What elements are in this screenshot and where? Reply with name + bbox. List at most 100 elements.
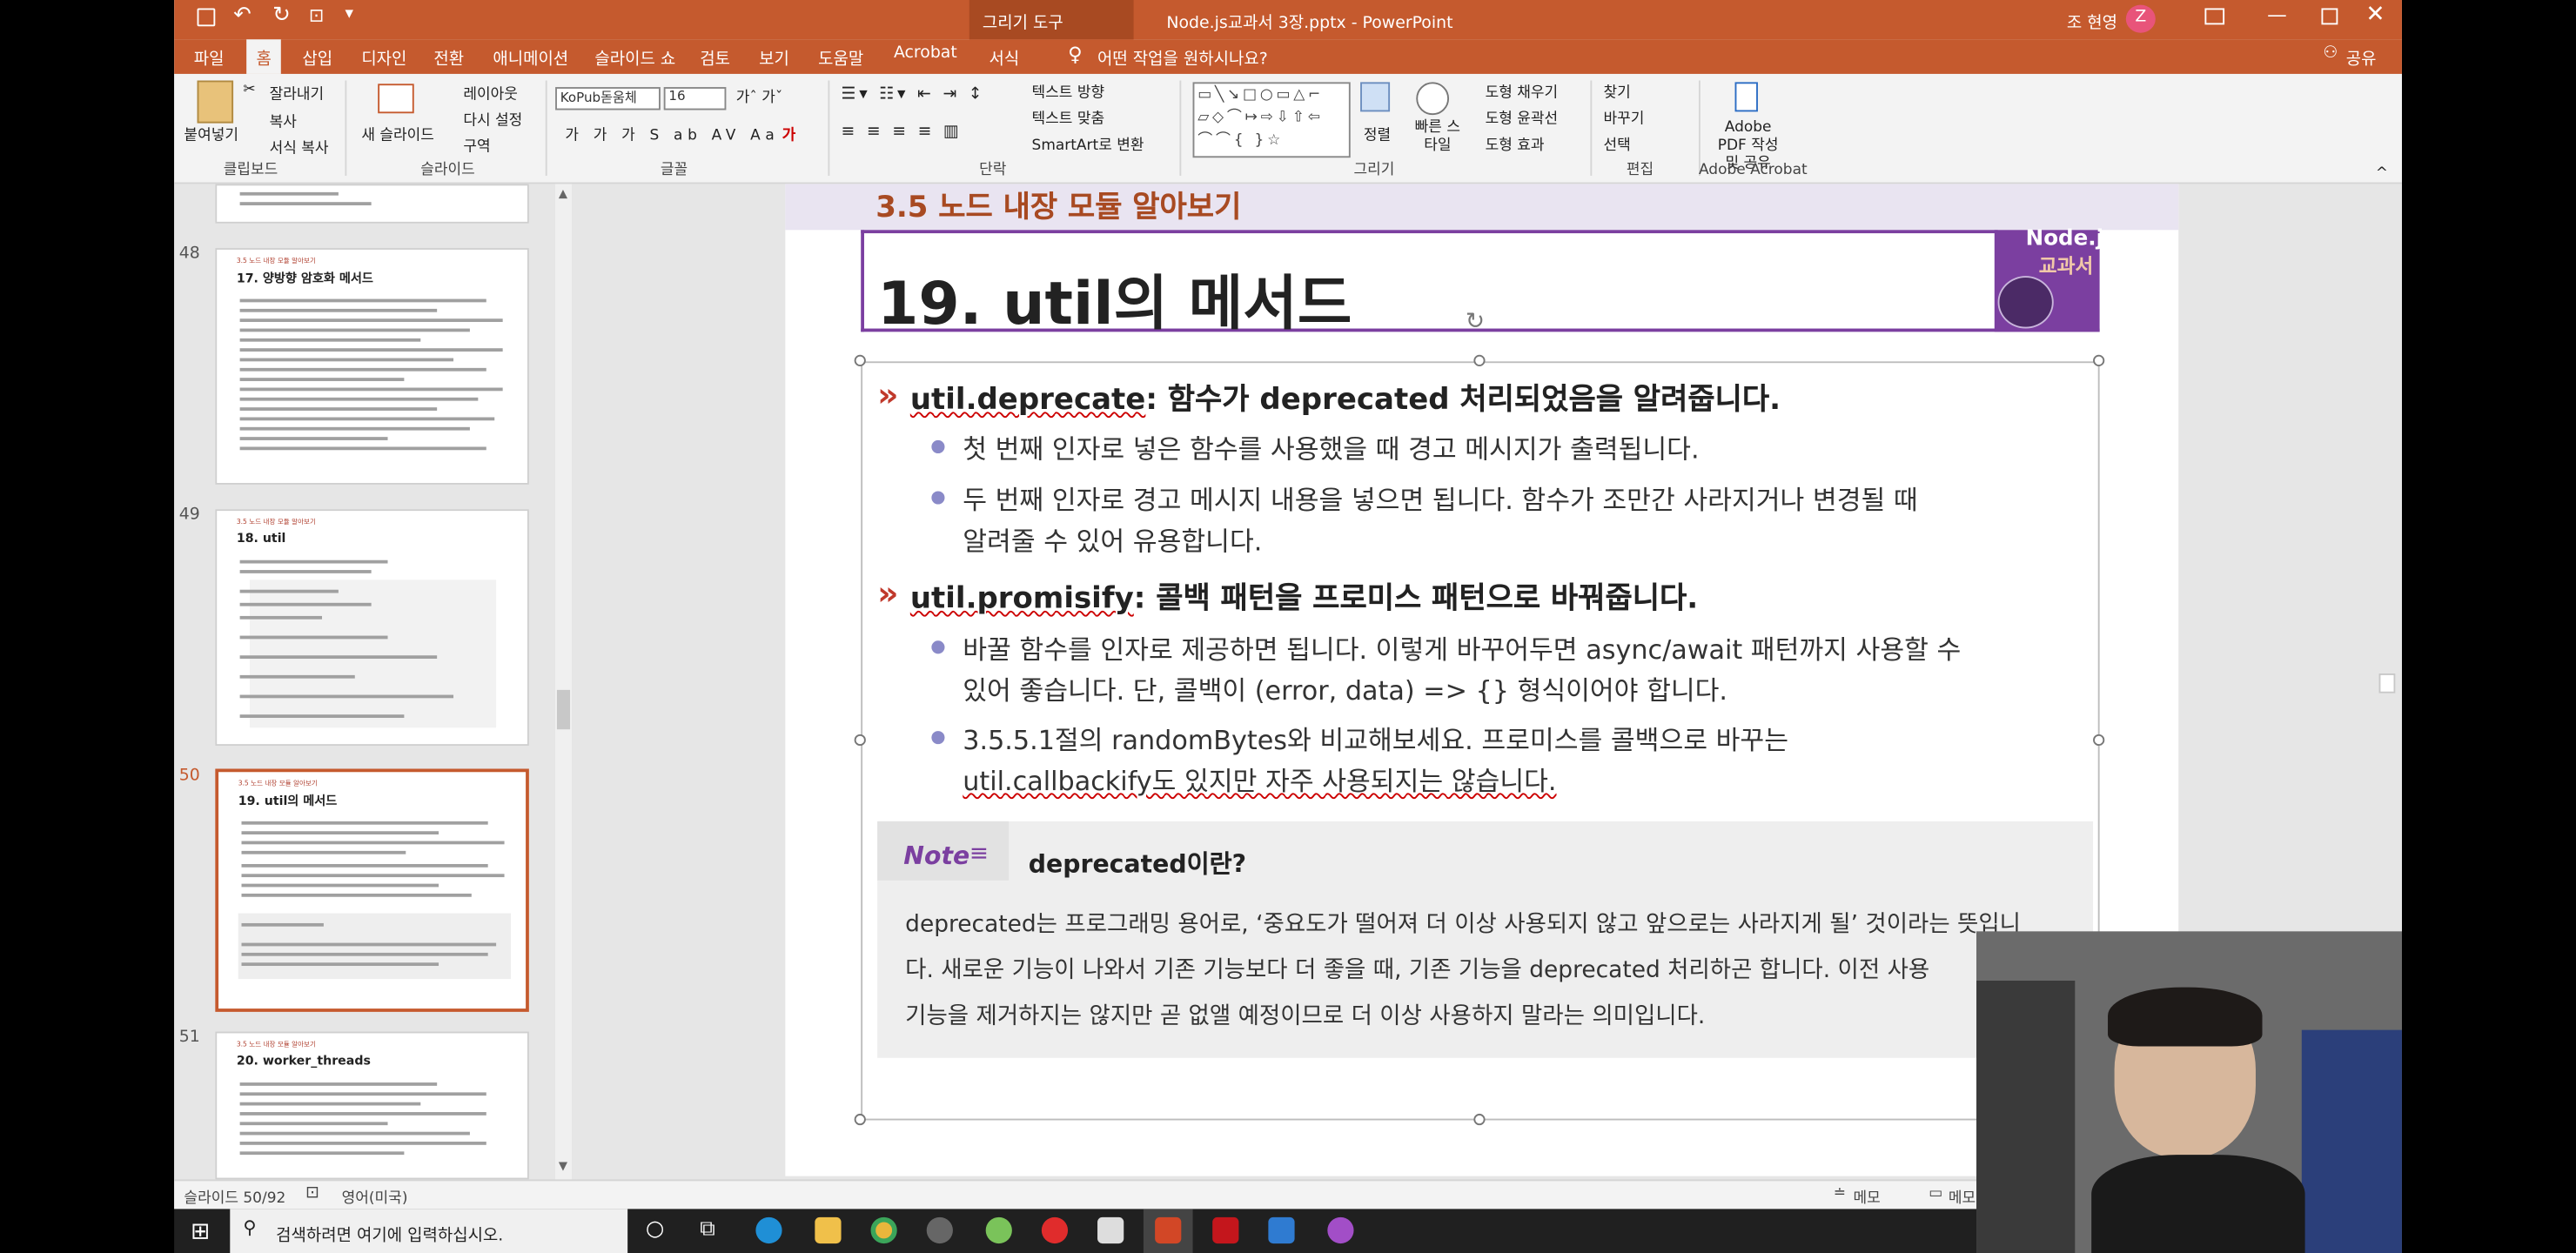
font-grow-icon[interactable]: 가ˆ 가ˇ <box>736 85 783 107</box>
text-direction-button[interactable]: 텍스트 방향 <box>1032 81 1105 102</box>
tab-animations[interactable]: 애니메이션 <box>493 44 568 70</box>
customize-qat-icon[interactable]: ▾ <box>345 5 352 23</box>
acrobat-icon[interactable] <box>1212 1216 1239 1244</box>
share-icon[interactable]: ⚇ <box>2323 44 2338 63</box>
task-view-icon[interactable]: ⧉ <box>700 1217 715 1242</box>
scrollbar-thumb[interactable] <box>556 689 571 730</box>
taskbar-search-input[interactable]: 검색하려면 여기에 입력하십시오. <box>276 1221 503 1245</box>
smartart-button[interactable]: SmartArt로 변환 <box>1032 133 1144 155</box>
tell-me-input[interactable]: 어떤 작업을 원하시나요? <box>1097 44 1268 70</box>
user-avatar[interactable]: Z <box>2125 4 2156 33</box>
tab-view[interactable]: 보기 <box>759 44 789 70</box>
vscode-icon[interactable] <box>1268 1216 1295 1244</box>
undo-icon[interactable]: ↶ <box>233 3 252 28</box>
powerpoint-icon[interactable] <box>1155 1216 1182 1244</box>
shape-fill-button[interactable]: 도형 채우기 <box>1486 81 1559 102</box>
collapse-ribbon-icon[interactable]: ^ <box>2376 166 2388 183</box>
comments-icon[interactable]: ▭ <box>1929 1186 1942 1203</box>
notes-icon[interactable]: ≐ <box>1834 1186 1846 1203</box>
section-button[interactable]: 구역 <box>463 135 490 156</box>
arrange-button[interactable]: 정렬 <box>1364 124 1391 144</box>
align-text-button[interactable]: 텍스트 맞춤 <box>1032 107 1105 128</box>
tab-format[interactable]: 서식 <box>989 44 1019 70</box>
thumbnail-pane: 48 3.5 노드 내장 모듈 알아보기 17. 양방향 암호화 메서드 49 … <box>174 184 577 1180</box>
slide-scroll-thumb[interactable] <box>2378 673 2396 694</box>
tab-insert[interactable]: 삽입 <box>302 44 332 70</box>
new-slide-icon[interactable] <box>378 84 414 114</box>
notes-button[interactable]: 메모 <box>1853 1186 1880 1208</box>
search-icon: ⚲ <box>243 1216 257 1239</box>
logo-text-top: Node.js <box>2025 226 2116 251</box>
replace-button[interactable]: 바꾸기 <box>1603 107 1644 128</box>
font-family-select[interactable]: KoPub돋움체 <box>555 87 661 111</box>
tab-file[interactable]: 파일 <box>194 44 225 70</box>
quick-styles-button[interactable]: 빠른 스타일 <box>1410 120 1466 157</box>
taskbar-search-box[interactable]: ⚲ 검색하려면 여기에 입력하십시오. <box>230 1209 628 1253</box>
shapes-gallery[interactable]: ▭╲↘□○▭△⌐ ▱◇⌒↦⇨⇩⇧⇦ ⌒⌒{ }☆ <box>1192 82 1351 158</box>
windows-start-icon[interactable]: ⊞ <box>191 1219 210 1245</box>
file-explorer-icon[interactable] <box>815 1216 842 1244</box>
reset-button[interactable]: 다시 설정 <box>463 109 522 130</box>
tab-acrobat[interactable]: Acrobat <box>894 44 957 63</box>
format-painter-button[interactable]: 서식 복사 <box>270 137 329 157</box>
edge-icon[interactable] <box>755 1216 782 1244</box>
cortana-icon[interactable]: ○ <box>646 1217 664 1242</box>
tab-design[interactable]: 디자인 <box>361 44 406 70</box>
note-label: Note <box>903 841 970 871</box>
tab-transitions[interactable]: 전환 <box>433 44 464 70</box>
chevron-bullet-icon: » <box>877 374 898 414</box>
user-name[interactable]: 조 현영 <box>2067 8 2117 33</box>
comments-button[interactable]: 메모 <box>1949 1186 1976 1208</box>
align-buttons[interactable]: ≡ ≡ ≡ ≡ ▥ <box>842 124 963 142</box>
app-icon[interactable] <box>926 1216 953 1244</box>
quick-styles-icon[interactable] <box>1416 82 1450 116</box>
slide-thumbnail-48[interactable]: 3.5 노드 내장 모듈 알아보기 17. 양방향 암호화 메서드 <box>215 248 529 485</box>
ribbon: 붙여넣기 ✂ 잘라내기 복사 서식 복사 클립보드 새 슬라이드 레이아웃 다시… <box>174 73 2402 184</box>
spellcheck-icon[interactable]: ⊡ <box>305 1184 319 1203</box>
slide-thumbnail-50-selected[interactable]: 3.5 노드 내장 모듈 알아보기 19. util의 메서드 <box>215 768 529 1012</box>
tab-home[interactable]: 홈 <box>246 39 282 74</box>
cut-button[interactable]: 잘라내기 <box>270 82 325 104</box>
thumbnail-scrollbar[interactable]: ▲ ▼ <box>555 184 572 1180</box>
minimize-icon[interactable]: — <box>2267 3 2287 26</box>
slide-title[interactable]: 19. util의 메서드 <box>877 256 1352 341</box>
paste-button[interactable]: 붙여넣기 <box>184 124 238 144</box>
slide-thumbnail-51[interactable]: 3.5 노드 내장 모듈 알아보기 20. worker_threads <box>215 1031 529 1180</box>
slide-counter: 슬라이드 50/92 <box>184 1190 286 1208</box>
arrange-icon[interactable] <box>1360 82 1391 112</box>
slide-thumbnail-49[interactable]: 3.5 노드 내장 모듈 알아보기 18. util <box>215 509 529 747</box>
select-button[interactable]: 선택 <box>1603 133 1630 155</box>
app-icon[interactable] <box>985 1216 1012 1244</box>
restore-icon[interactable] <box>2321 8 2338 25</box>
tab-review[interactable]: 검토 <box>700 44 730 70</box>
ribbon-tabs: 파일 홈 삽입 디자인 전환 애니메이션 슬라이드 쇼 검토 보기 도움말 Ac… <box>174 39 2402 74</box>
copy-button[interactable]: 복사 <box>270 110 297 131</box>
rotate-handle-icon[interactable]: ↻ <box>1466 309 1485 335</box>
shape-outline-button[interactable]: 도형 윤곽선 <box>1486 107 1559 128</box>
font-size-select[interactable]: 16 <box>663 87 727 111</box>
chrome-icon[interactable] <box>870 1216 897 1244</box>
adobe-pdf-icon[interactable] <box>1734 82 1758 112</box>
slide-thumbnail[interactable] <box>215 184 529 224</box>
share-button[interactable]: 공유 <box>2346 44 2377 70</box>
app-icon[interactable] <box>1327 1216 1354 1244</box>
shape-effects-button[interactable]: 도형 효과 <box>1486 133 1545 155</box>
list-buttons[interactable]: ☰▾ ☷▾ ⇤ ⇥ ↕ <box>842 85 986 104</box>
opera-icon[interactable] <box>1041 1216 1069 1244</box>
font-color-icon[interactable]: 가 <box>782 124 796 144</box>
tab-help[interactable]: 도움말 <box>818 44 863 70</box>
paste-icon[interactable] <box>197 80 234 124</box>
app-icon[interactable] <box>1097 1216 1124 1244</box>
close-icon[interactable]: ✕ <box>2365 2 2385 28</box>
find-button[interactable]: 찾기 <box>1603 81 1630 102</box>
tab-slideshow[interactable]: 슬라이드 쇼 <box>594 44 675 70</box>
redo-icon[interactable]: ↻ <box>272 3 291 28</box>
font-style-buttons[interactable]: 가 가 가 S ab AV Aa <box>565 124 779 144</box>
save-icon[interactable] <box>197 8 216 27</box>
language-status[interactable]: 영어(미국) <box>342 1186 408 1208</box>
layout-button[interactable]: 레이아웃 <box>463 82 518 104</box>
ribbon-display-icon[interactable] <box>2204 8 2225 25</box>
group-label-acrobat: Adobe Acrobat <box>1698 162 1808 179</box>
new-slide-button[interactable]: 새 슬라이드 <box>361 124 434 144</box>
start-from-beginning-icon[interactable]: ⊡ <box>309 5 324 27</box>
